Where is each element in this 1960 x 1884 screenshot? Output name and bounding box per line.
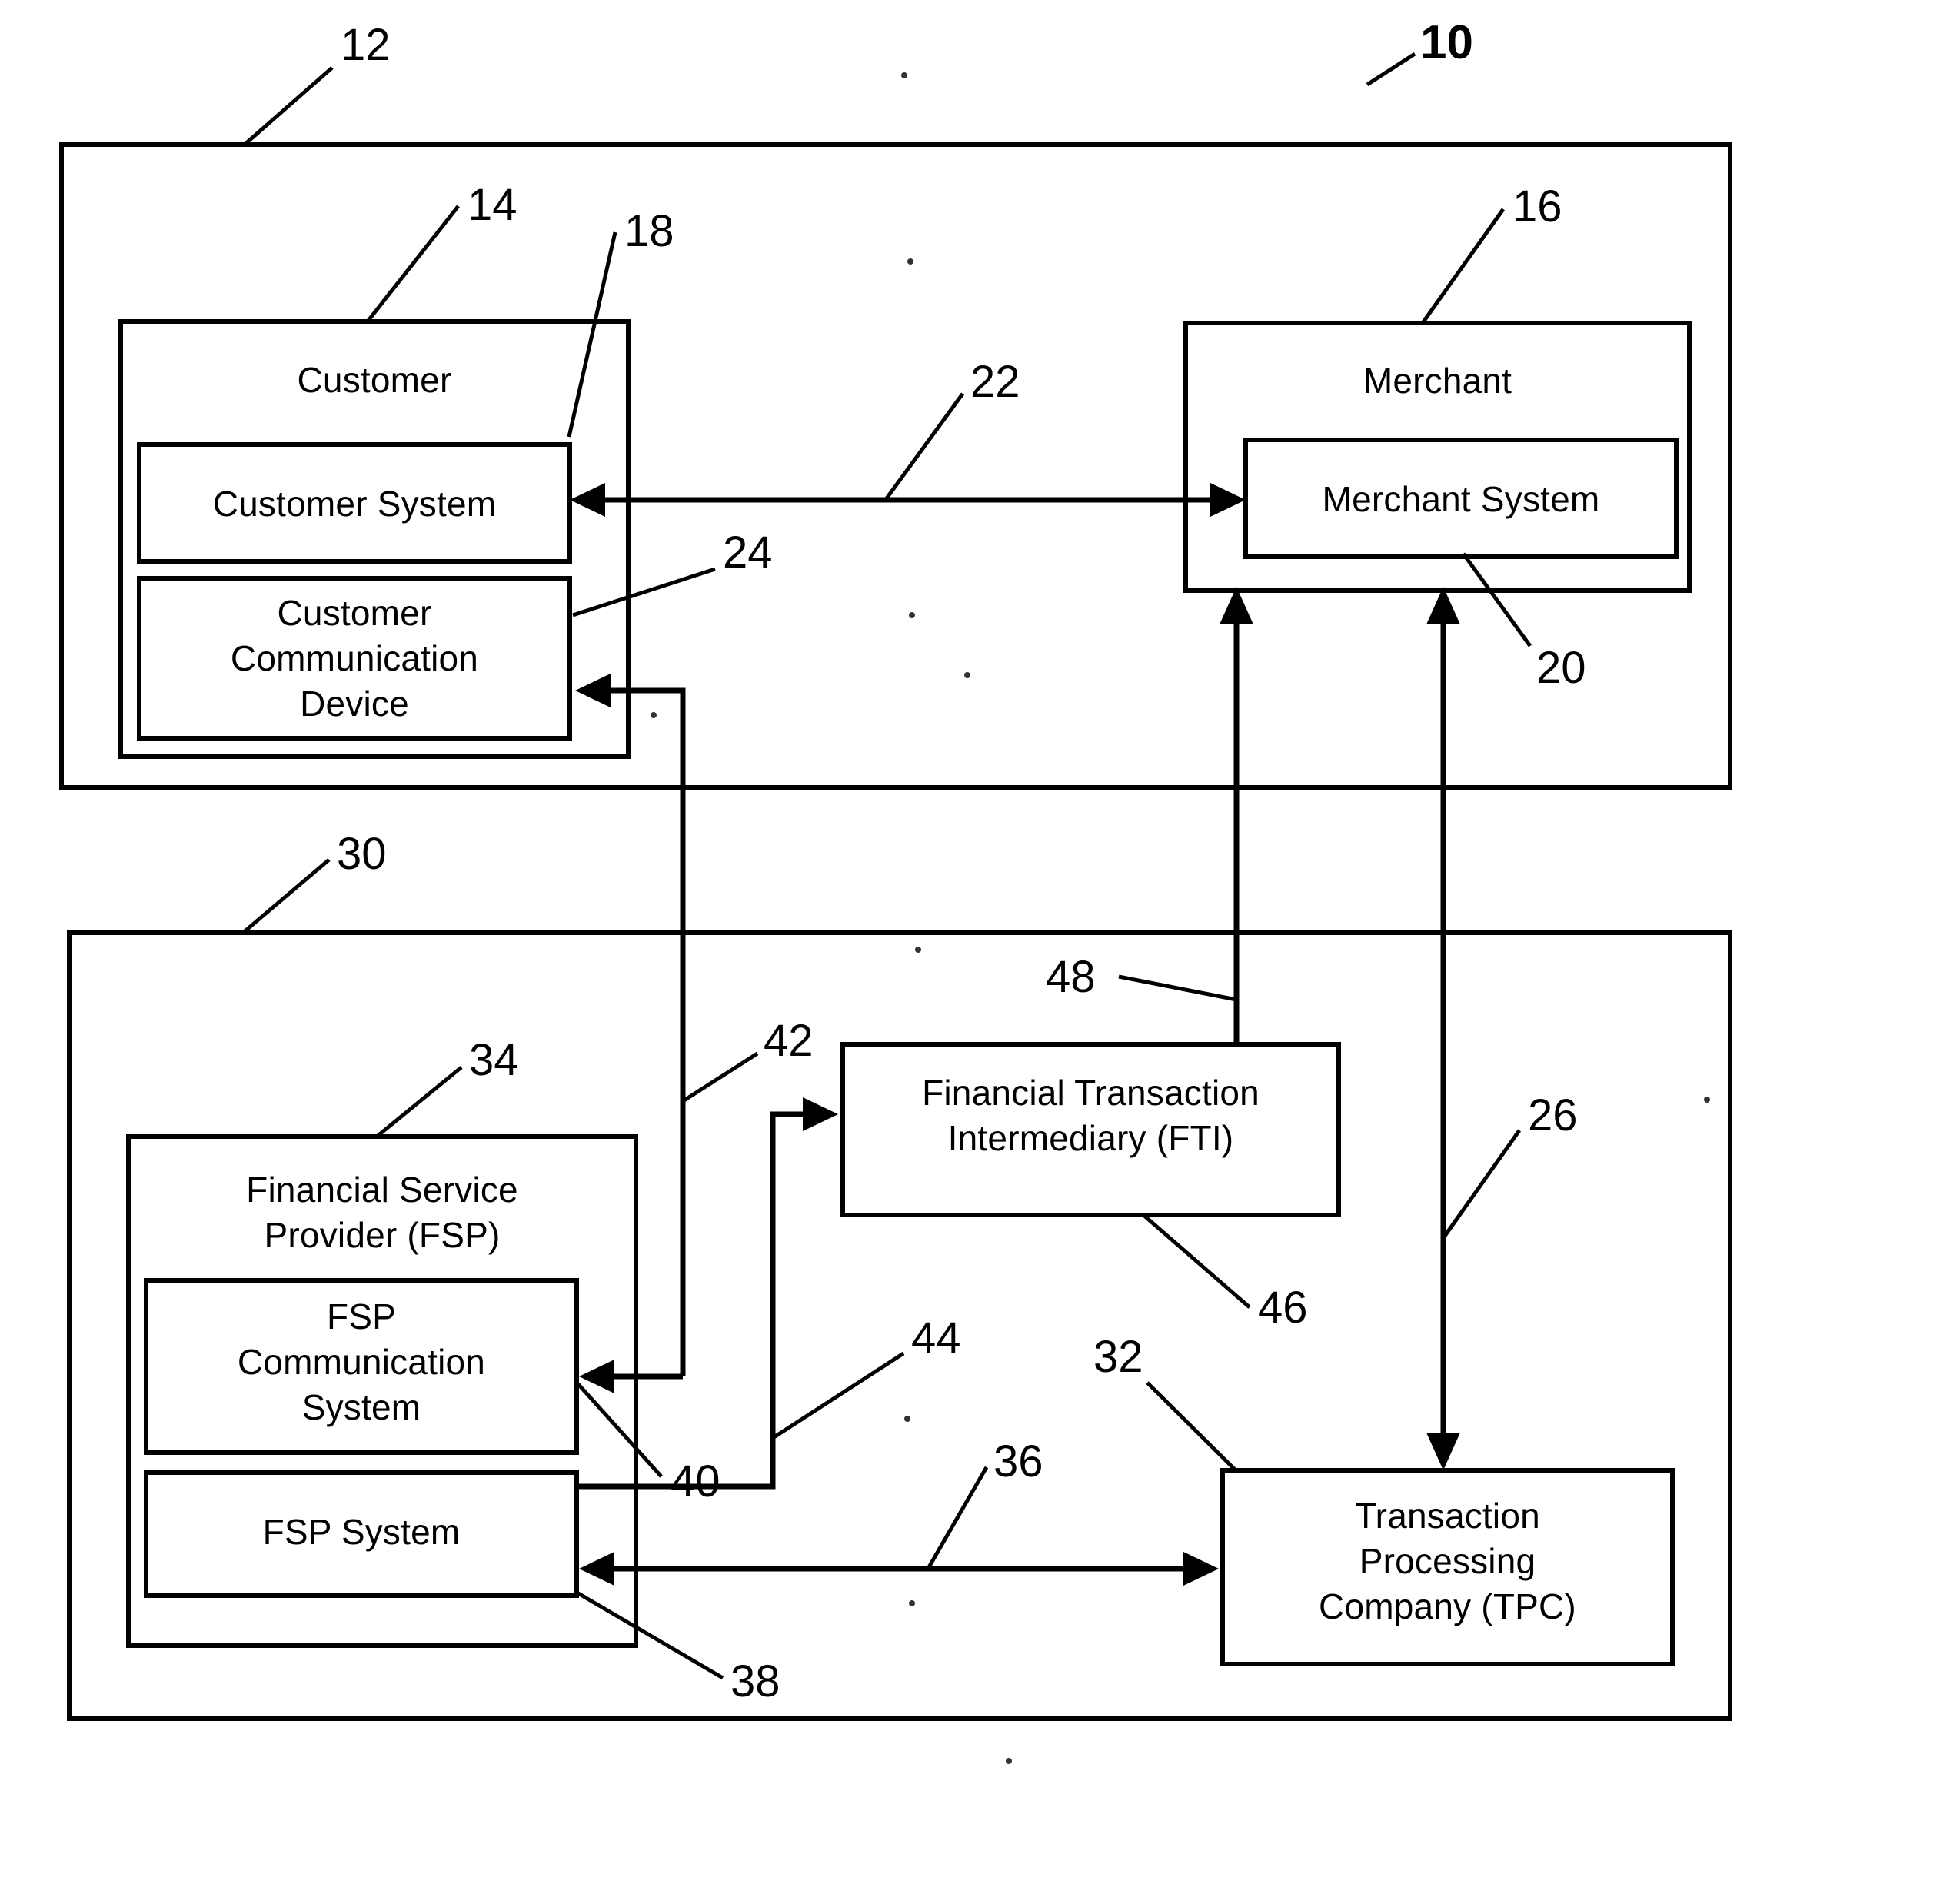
- leader-14: [366, 205, 460, 323]
- ref-numeral-26: 26: [1528, 1090, 1578, 1140]
- ref-numeral-18: 18: [624, 206, 674, 256]
- ref-numeral-20: 20: [1536, 643, 1586, 693]
- tpc-label: Transaction Processing Company (TPC): [1319, 1496, 1576, 1626]
- customer-system-label: Customer System: [212, 484, 497, 524]
- ref-numeral-24: 24: [723, 528, 773, 578]
- ref-numeral-38: 38: [730, 1656, 780, 1706]
- fti-label: Financial Transaction Intermediary (FTI): [922, 1073, 1260, 1158]
- ref-numeral-46: 46: [1258, 1283, 1308, 1333]
- leader-20: [1461, 552, 1532, 647]
- ref-numeral-30: 30: [337, 829, 387, 879]
- fsp-communication-system-label: FSP Communication System: [237, 1296, 486, 1427]
- ref-numeral-42: 42: [764, 1016, 814, 1066]
- leader-40: [577, 1383, 663, 1478]
- leader-30: [241, 858, 331, 934]
- customer-label: Customer: [297, 360, 452, 400]
- ref-numeral-22: 22: [970, 357, 1020, 407]
- leader-10: [1366, 52, 1416, 87]
- ref-numeral-14: 14: [468, 180, 517, 230]
- ref-numeral-32: 32: [1093, 1332, 1143, 1382]
- connection-26: [1426, 587, 1460, 1470]
- leader-46: [1142, 1213, 1251, 1309]
- leader-36: [927, 1466, 989, 1569]
- leader-42: [681, 1051, 759, 1103]
- leader-lines: [241, 52, 1532, 1680]
- customer-communication-device-label: Customer Communication Device: [230, 593, 479, 724]
- ref-numeral-16: 16: [1512, 181, 1562, 231]
- leader-12: [243, 66, 334, 146]
- leader-26: [1441, 1129, 1522, 1240]
- patent-figure-canvas: Customer Customer System Customer Commun…: [0, 0, 1960, 1884]
- ref-numeral-48: 48: [1046, 952, 1096, 1002]
- ref-numeral-10: 10: [1420, 16, 1473, 69]
- leader-44: [771, 1351, 905, 1440]
- leader-18: [567, 231, 617, 438]
- leader-48: [1118, 974, 1237, 1002]
- ref-numeral-36: 36: [993, 1436, 1043, 1486]
- fsp-label: Financial Service Provider (FSP): [246, 1170, 518, 1255]
- merchant-label: Merchant: [1363, 361, 1512, 401]
- connection-22: [570, 483, 1246, 517]
- ref-numeral-44: 44: [911, 1313, 961, 1363]
- connection-42: [575, 674, 686, 1393]
- leader-32: [1146, 1381, 1237, 1472]
- ref-numeral-12: 12: [341, 20, 391, 70]
- leader-16: [1420, 208, 1506, 325]
- leader-34: [375, 1066, 463, 1138]
- leader-22: [884, 392, 965, 500]
- leader-38: [577, 1591, 724, 1680]
- leader-24: [572, 567, 716, 617]
- connection-48: [1220, 587, 1253, 1044]
- ref-numeral-40: 40: [671, 1456, 720, 1506]
- ref-numeral-34: 34: [469, 1035, 519, 1085]
- merchant-system-label: Merchant System: [1322, 479, 1600, 519]
- fsp-system-label: FSP System: [262, 1512, 461, 1552]
- connection-36: [579, 1552, 1219, 1586]
